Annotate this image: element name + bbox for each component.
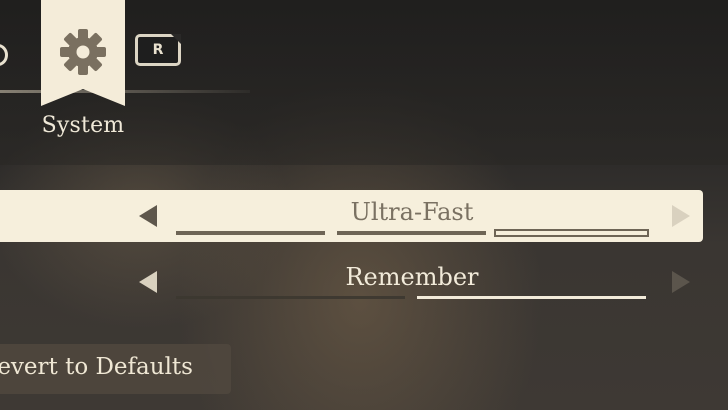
- row1-option-3-selected: [494, 229, 649, 237]
- tab-system-label: System: [41, 113, 125, 138]
- tab-underline: [0, 90, 250, 93]
- row1-value: Ultra-Fast: [350, 198, 474, 226]
- row1-left-arrow-icon[interactable]: [139, 205, 157, 227]
- row2-value: Remember: [345, 263, 479, 291]
- key-fold: [171, 34, 181, 44]
- row2-right-arrow-icon[interactable]: [672, 271, 690, 293]
- row1-option-1: [176, 231, 325, 235]
- row1-option-2: [337, 231, 486, 235]
- row2-left-arrow-icon[interactable]: [139, 271, 157, 293]
- row2-option-1: [176, 296, 405, 299]
- revert-to-defaults-button[interactable]: Revert to Defaults: [0, 344, 231, 394]
- gear-icon: [60, 29, 106, 75]
- key-hint-label: R: [152, 42, 164, 58]
- revert-button-label: Revert to Defaults: [0, 354, 193, 380]
- row2-option-2-selected: [417, 296, 646, 299]
- row1-right-arrow-icon[interactable]: [672, 205, 690, 227]
- next-tab-key-hint[interactable]: R: [135, 34, 181, 66]
